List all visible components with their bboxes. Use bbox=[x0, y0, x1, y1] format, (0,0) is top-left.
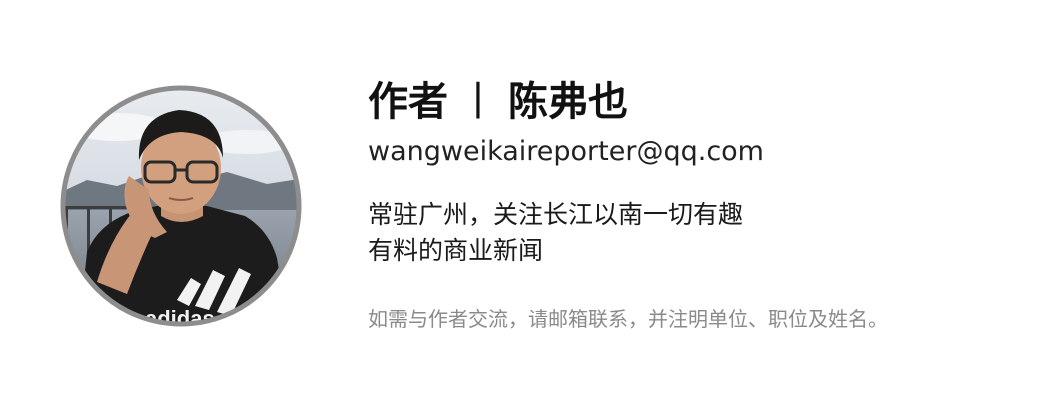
avatar-photo: adidas bbox=[60, 85, 302, 327]
author-info: 作者丨陈弗也 wangweikaireporter@qq.com 常驻广州，关注… bbox=[368, 0, 1028, 404]
author-bio: 常驻广州，关注长江以南一切有趣 有料的商业新闻 bbox=[368, 197, 743, 269]
bio-line: 常驻广州，关注长江以南一切有趣 bbox=[368, 200, 744, 229]
bio-line: 有料的商业新闻 bbox=[368, 236, 544, 265]
author-avatar: adidas bbox=[57, 82, 305, 330]
author-label: 作者 bbox=[368, 79, 448, 125]
author-title: 作者丨陈弗也 bbox=[368, 76, 628, 128]
author-email: wangweikaireporter@qq.com bbox=[368, 136, 764, 167]
contact-note: 如需与作者交流，请邮箱联系，并注明单位、职位及姓名。 bbox=[368, 307, 888, 331]
author-name: 陈弗也 bbox=[508, 79, 628, 125]
title-separator: 丨 bbox=[458, 79, 498, 125]
